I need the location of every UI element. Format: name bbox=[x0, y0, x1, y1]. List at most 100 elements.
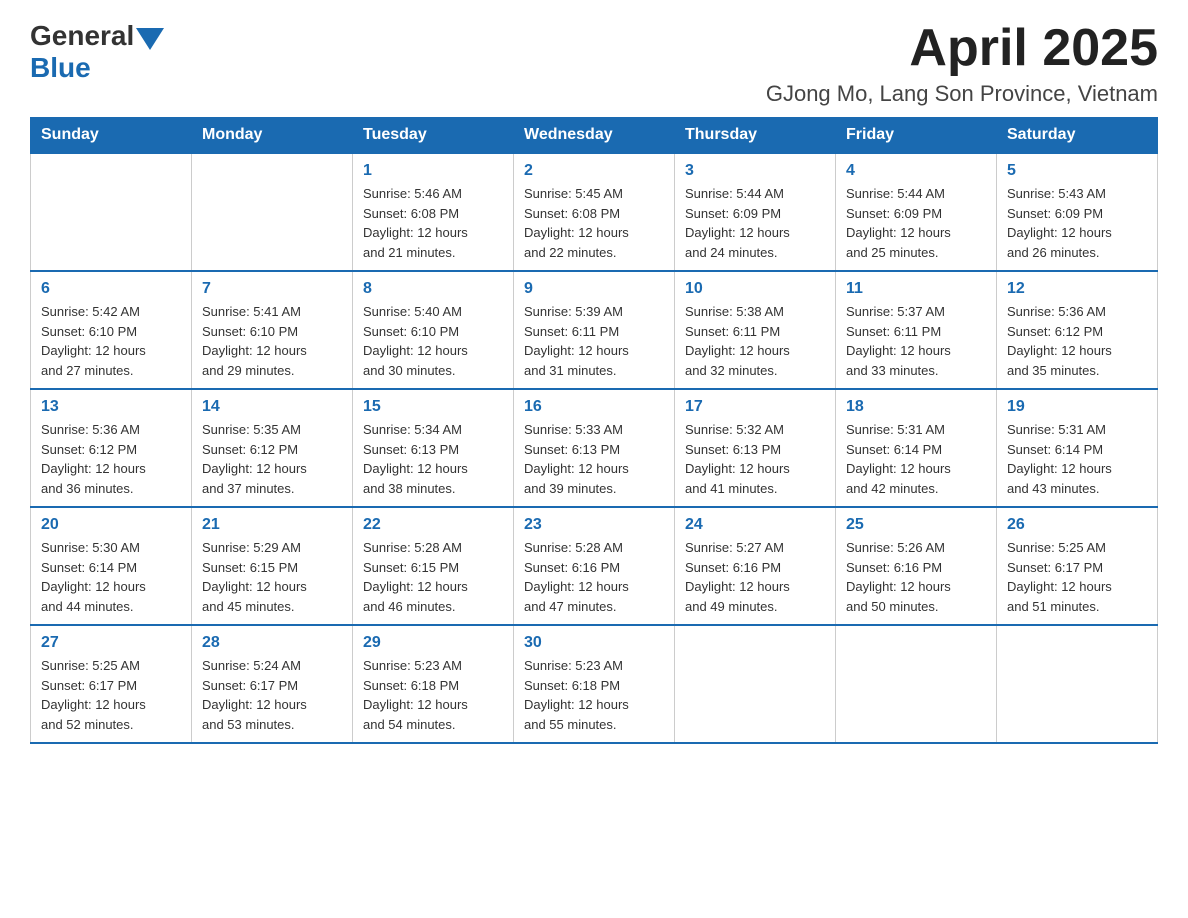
day-number: 21 bbox=[202, 516, 342, 534]
day-info: Sunrise: 5:28 AM Sunset: 6:15 PM Dayligh… bbox=[363, 538, 503, 616]
table-row: 14Sunrise: 5:35 AM Sunset: 6:12 PM Dayli… bbox=[192, 389, 353, 507]
day-number: 28 bbox=[202, 634, 342, 652]
day-info: Sunrise: 5:25 AM Sunset: 6:17 PM Dayligh… bbox=[1007, 538, 1147, 616]
col-wednesday: Wednesday bbox=[514, 118, 675, 154]
day-number: 9 bbox=[524, 280, 664, 298]
table-row: 8 Sunrise: 5:40 AM Sunset: 6:10 PM Daylig… bbox=[353, 271, 514, 389]
day-info: Sunrise: 5:33 AM Sunset: 6:13 PM Dayligh… bbox=[524, 420, 664, 498]
table-row: 17 Sunrise: 5:32 AM Sunset: 6:13 PM Dayli… bbox=[675, 389, 836, 507]
table-row: 22 Sunrise: 5:28 AM Sunset: 6:15 PM Dayli… bbox=[353, 507, 514, 625]
col-friday: Friday bbox=[836, 118, 997, 154]
day-number: 16 bbox=[524, 398, 664, 416]
day-number: 1 bbox=[363, 162, 503, 180]
table-row bbox=[31, 153, 192, 271]
day-info: Sunrise: 5:32 AM Sunset: 6:13 PM Dayligh… bbox=[685, 420, 825, 498]
day-info: Sunrise: 5:25 AM Sunset: 6:17 PM Dayligh… bbox=[41, 656, 181, 734]
col-tuesday: Tuesday bbox=[353, 118, 514, 154]
logo-triangle-icon bbox=[136, 28, 164, 50]
table-row: 19 Sunrise: 5:31 AM Sunset: 6:14 PM Dayli… bbox=[997, 389, 1158, 507]
table-row: 21 Sunrise: 5:29 AM Sunset: 6:15 PM Dayli… bbox=[192, 507, 353, 625]
table-row: 16 Sunrise: 5:33 AM Sunset: 6:13 PM Dayli… bbox=[514, 389, 675, 507]
day-info: Sunrise: 5:23 AM Sunset: 6:18 PM Dayligh… bbox=[363, 656, 503, 734]
logo-blue-text: Blue bbox=[30, 52, 164, 84]
day-info: Sunrise: 5:37 AM Sunset: 6:11 PM Dayligh… bbox=[846, 302, 986, 380]
day-number: 10 bbox=[685, 280, 825, 298]
logo: General Blue bbox=[30, 20, 164, 84]
day-info: Sunrise: 5:34 AM Sunset: 6:13 PM Dayligh… bbox=[363, 420, 503, 498]
day-number: 26 bbox=[1007, 516, 1147, 534]
table-row: 30Sunrise: 5:23 AM Sunset: 6:18 PM Dayli… bbox=[514, 625, 675, 743]
table-row bbox=[192, 153, 353, 271]
calendar-week-row: 27 Sunrise: 5:25 AM Sunset: 6:17 PM Dayli… bbox=[31, 625, 1158, 743]
table-row: 29 Sunrise: 5:23 AM Sunset: 6:18 PM Dayli… bbox=[353, 625, 514, 743]
table-row: 7Sunrise: 5:41 AM Sunset: 6:10 PM Daylig… bbox=[192, 271, 353, 389]
table-row: 11 Sunrise: 5:37 AM Sunset: 6:11 PM Dayli… bbox=[836, 271, 997, 389]
table-row: 1 Sunrise: 5:46 AM Sunset: 6:08 PM Daylig… bbox=[353, 153, 514, 271]
day-number: 22 bbox=[363, 516, 503, 534]
day-number: 4 bbox=[846, 162, 986, 180]
table-row: 4 Sunrise: 5:44 AM Sunset: 6:09 PM Daylig… bbox=[836, 153, 997, 271]
day-number: 12 bbox=[1007, 280, 1147, 298]
table-row: 9 Sunrise: 5:39 AM Sunset: 6:11 PM Daylig… bbox=[514, 271, 675, 389]
day-info: Sunrise: 5:46 AM Sunset: 6:08 PM Dayligh… bbox=[363, 184, 503, 262]
table-row: 26 Sunrise: 5:25 AM Sunset: 6:17 PM Dayli… bbox=[997, 507, 1158, 625]
table-row: 6 Sunrise: 5:42 AM Sunset: 6:10 PM Daylig… bbox=[31, 271, 192, 389]
table-row bbox=[836, 625, 997, 743]
day-info: Sunrise: 5:24 AM Sunset: 6:17 PM Dayligh… bbox=[202, 656, 342, 734]
day-number: 23 bbox=[524, 516, 664, 534]
day-info: Sunrise: 5:44 AM Sunset: 6:09 PM Dayligh… bbox=[846, 184, 986, 262]
day-number: 27 bbox=[41, 634, 181, 652]
col-saturday: Saturday bbox=[997, 118, 1158, 154]
day-info: Sunrise: 5:40 AM Sunset: 6:10 PM Dayligh… bbox=[363, 302, 503, 380]
table-row: 5Sunrise: 5:43 AM Sunset: 6:09 PM Daylig… bbox=[997, 153, 1158, 271]
day-info: Sunrise: 5:30 AM Sunset: 6:14 PM Dayligh… bbox=[41, 538, 181, 616]
day-info: Sunrise: 5:31 AM Sunset: 6:14 PM Dayligh… bbox=[846, 420, 986, 498]
day-info: Sunrise: 5:42 AM Sunset: 6:10 PM Dayligh… bbox=[41, 302, 181, 380]
table-row: 13Sunrise: 5:36 AM Sunset: 6:12 PM Dayli… bbox=[31, 389, 192, 507]
day-number: 11 bbox=[846, 280, 986, 298]
col-sunday: Sunday bbox=[31, 118, 192, 154]
day-info: Sunrise: 5:45 AM Sunset: 6:08 PM Dayligh… bbox=[524, 184, 664, 262]
col-thursday: Thursday bbox=[675, 118, 836, 154]
day-number: 13 bbox=[41, 398, 181, 416]
day-number: 24 bbox=[685, 516, 825, 534]
day-number: 17 bbox=[685, 398, 825, 416]
day-info: Sunrise: 5:35 AM Sunset: 6:12 PM Dayligh… bbox=[202, 420, 342, 498]
table-row bbox=[675, 625, 836, 743]
day-number: 3 bbox=[685, 162, 825, 180]
table-row: 2Sunrise: 5:45 AM Sunset: 6:08 PM Daylig… bbox=[514, 153, 675, 271]
table-row: 23 Sunrise: 5:28 AM Sunset: 6:16 PM Dayli… bbox=[514, 507, 675, 625]
logo-general-text: General bbox=[30, 20, 134, 52]
day-info: Sunrise: 5:26 AM Sunset: 6:16 PM Dayligh… bbox=[846, 538, 986, 616]
calendar-week-row: 20 Sunrise: 5:30 AM Sunset: 6:14 PM Dayli… bbox=[31, 507, 1158, 625]
day-number: 20 bbox=[41, 516, 181, 534]
day-info: Sunrise: 5:23 AM Sunset: 6:18 PM Dayligh… bbox=[524, 656, 664, 734]
day-info: Sunrise: 5:28 AM Sunset: 6:16 PM Dayligh… bbox=[524, 538, 664, 616]
table-row: 24Sunrise: 5:27 AM Sunset: 6:16 PM Dayli… bbox=[675, 507, 836, 625]
day-number: 6 bbox=[41, 280, 181, 298]
table-row: 18 Sunrise: 5:31 AM Sunset: 6:14 PM Dayli… bbox=[836, 389, 997, 507]
day-number: 19 bbox=[1007, 398, 1147, 416]
col-monday: Monday bbox=[192, 118, 353, 154]
day-number: 5 bbox=[1007, 162, 1147, 180]
day-info: Sunrise: 5:41 AM Sunset: 6:10 PM Dayligh… bbox=[202, 302, 342, 380]
day-number: 29 bbox=[363, 634, 503, 652]
table-row: 12 Sunrise: 5:36 AM Sunset: 6:12 PM Dayli… bbox=[997, 271, 1158, 389]
day-number: 8 bbox=[363, 280, 503, 298]
day-number: 18 bbox=[846, 398, 986, 416]
calendar-week-row: 1 Sunrise: 5:46 AM Sunset: 6:08 PM Daylig… bbox=[31, 153, 1158, 271]
calendar-week-row: 6 Sunrise: 5:42 AM Sunset: 6:10 PM Daylig… bbox=[31, 271, 1158, 389]
day-info: Sunrise: 5:29 AM Sunset: 6:15 PM Dayligh… bbox=[202, 538, 342, 616]
calendar-week-row: 13Sunrise: 5:36 AM Sunset: 6:12 PM Dayli… bbox=[31, 389, 1158, 507]
day-info: Sunrise: 5:31 AM Sunset: 6:14 PM Dayligh… bbox=[1007, 420, 1147, 498]
title-block: April 2025 GJong Mo, Lang Son Province, … bbox=[766, 20, 1158, 107]
table-row: 3 Sunrise: 5:44 AM Sunset: 6:09 PM Daylig… bbox=[675, 153, 836, 271]
table-row: 15Sunrise: 5:34 AM Sunset: 6:13 PM Dayli… bbox=[353, 389, 514, 507]
day-info: Sunrise: 5:44 AM Sunset: 6:09 PM Dayligh… bbox=[685, 184, 825, 262]
day-info: Sunrise: 5:36 AM Sunset: 6:12 PM Dayligh… bbox=[1007, 302, 1147, 380]
day-number: 25 bbox=[846, 516, 986, 534]
calendar-header-row: Sunday Monday Tuesday Wednesday Thursday… bbox=[31, 118, 1158, 154]
day-info: Sunrise: 5:39 AM Sunset: 6:11 PM Dayligh… bbox=[524, 302, 664, 380]
page-header: General Blue April 2025 GJong Mo, Lang S… bbox=[30, 20, 1158, 107]
table-row bbox=[997, 625, 1158, 743]
